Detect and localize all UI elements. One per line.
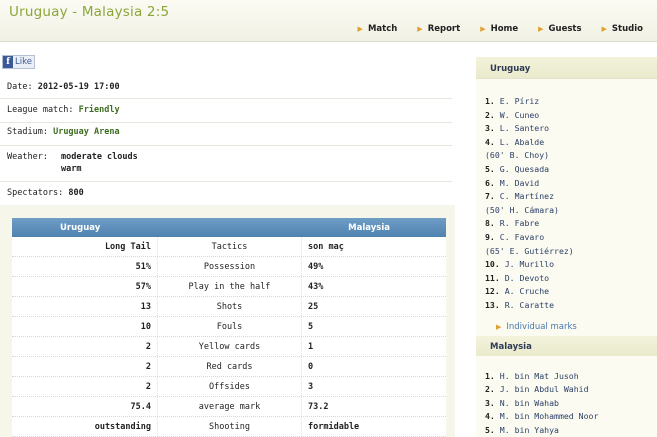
nav-studio[interactable]: ▶ Studio xyxy=(602,24,643,34)
away-team-label: Malaysia xyxy=(348,222,390,233)
list-item[interactable]: 1. H. bin Mat Jusoh xyxy=(485,370,657,384)
list-item[interactable]: 5. G. Quesada xyxy=(485,163,657,177)
arrow-right-icon: ▶ xyxy=(417,25,423,33)
home-team-label: Uruguay xyxy=(60,222,101,233)
table-row: 75.4 average mark 73.2 xyxy=(12,397,446,417)
table-row: Long Tail Tactics son maç xyxy=(12,237,446,257)
table-row: 57% Play in the half 43% xyxy=(12,277,446,297)
away-lineup: 1. H. bin Mat Jusoh 2. J. bin Abdul Wahi… xyxy=(476,356,657,437)
home-lineup: 1. E. Píriz 2. W. Cuneo 3. L. Santero 4.… xyxy=(476,79,657,313)
list-item[interactable]: (65' E. Gutiérrez) xyxy=(485,245,657,259)
arrow-right-icon: ▶ xyxy=(496,322,502,331)
facebook-like-button[interactable]: f Like xyxy=(2,55,35,69)
arrow-right-icon: ▶ xyxy=(357,25,363,33)
info-date: Date: 2012-05-19 17:00 xyxy=(0,76,452,99)
list-item[interactable]: (50' H. Cámara) xyxy=(485,204,657,218)
away-lineup-title: Malaysia xyxy=(476,335,657,356)
list-item[interactable]: 2. J. bin Abdul Wahid xyxy=(485,383,657,397)
arrow-right-icon: ▶ xyxy=(538,25,544,33)
list-item[interactable]: 13. R. Caratte xyxy=(485,299,657,313)
header: Uruguay - Malaysia 2:5 ▶ Match ▶ Report ▶ H… xyxy=(0,0,657,42)
info-spectators: Spectators: 800 xyxy=(7,188,84,198)
arrow-right-icon: ▶ xyxy=(480,25,486,33)
list-item[interactable]: 11. D. Devoto xyxy=(485,272,657,286)
list-item[interactable]: 2. W. Cuneo xyxy=(485,109,657,123)
table-row: 2 Red cards 0 xyxy=(12,357,446,377)
info-stadium: Stadium: Uruguay Arena xyxy=(0,123,452,146)
list-item[interactable]: 6. M. David xyxy=(485,177,657,191)
info-weather: Weather: moderate clouds warm xyxy=(0,146,452,182)
stats-header: Uruguay Malaysia xyxy=(12,218,446,237)
list-item[interactable]: 4. M. bin Mohammed Noor xyxy=(485,410,657,424)
facebook-icon: f xyxy=(3,56,13,68)
list-item[interactable]: 5. M. bin Yahya xyxy=(485,424,657,437)
stats-table: Uruguay Malaysia Long Tail Tactics son maç… xyxy=(12,218,446,437)
home-lineup-title: Uruguay xyxy=(476,57,657,79)
list-item[interactable]: 3. N. bin Wahab xyxy=(485,397,657,411)
list-item[interactable]: 3. L. Santero xyxy=(485,122,657,136)
lineup-sidebar: Uruguay 1. E. Píriz 2. W. Cuneo 3. L. Sa… xyxy=(476,57,657,437)
nav-match[interactable]: ▶ Match xyxy=(358,24,398,34)
table-row: 10 Fouls 5 xyxy=(12,317,446,337)
nav-guests[interactable]: ▶ Guests xyxy=(538,24,581,34)
nav-report[interactable]: ▶ Report xyxy=(417,24,460,34)
table-row: 2 Offsides 3 xyxy=(12,377,446,397)
table-row: 2 Yellow cards 1 xyxy=(12,337,446,357)
nav-home[interactable]: ▶ Home xyxy=(480,24,518,34)
arrow-right-icon: ▶ xyxy=(601,25,607,33)
list-item[interactable]: 1. E. Píriz xyxy=(485,95,657,109)
list-item[interactable]: 7. C. Martínez xyxy=(485,190,657,204)
list-item[interactable]: 9. C. Favaro xyxy=(485,231,657,245)
info-league: League match: Friendly xyxy=(0,99,452,123)
top-nav: ▶ Match ▶ Report ▶ Home ▶ Guests ▶ Studio xyxy=(338,24,643,34)
page-title: Uruguay - Malaysia 2:5 xyxy=(9,4,170,20)
list-item[interactable]: 12. A. Cruche xyxy=(485,285,657,299)
list-item[interactable]: (60' B. Choy) xyxy=(485,149,657,163)
list-item[interactable]: 8. R. Fabre xyxy=(485,217,657,231)
table-row: 13 Shots 25 xyxy=(12,297,446,317)
list-item[interactable]: 10. J. Murillo xyxy=(485,258,657,272)
individual-marks-link[interactable]: ▶ Individual marks xyxy=(476,322,657,336)
list-item[interactable]: 4. L. Abalde xyxy=(485,136,657,150)
table-row: outstanding Shooting formidable xyxy=(12,417,446,437)
table-row: 51% Possession 49% xyxy=(12,257,446,277)
